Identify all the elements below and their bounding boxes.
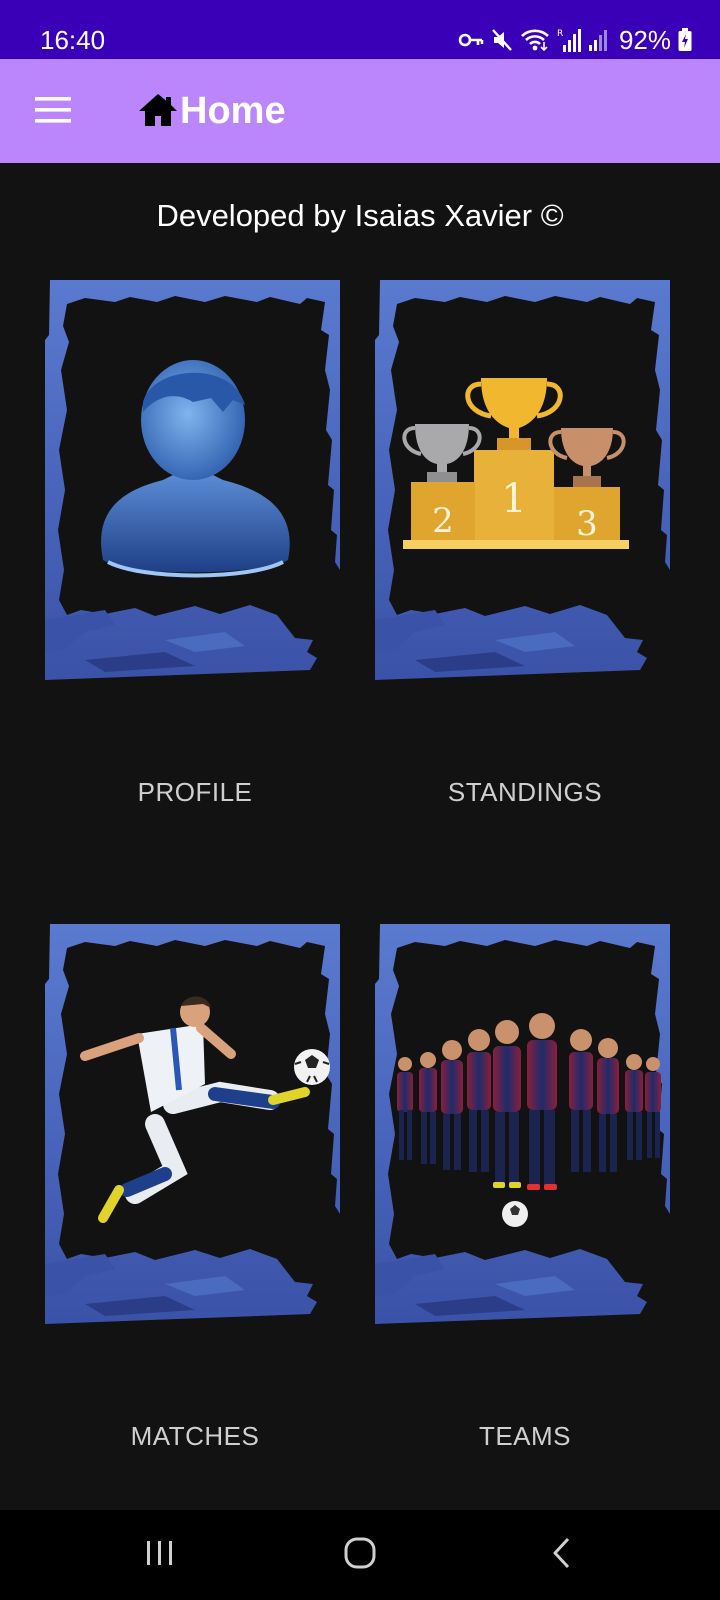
tile-label-profile: PROFILE [137, 777, 253, 807]
profile-avatar-icon [101, 360, 290, 578]
signal-icon [588, 28, 610, 52]
recent-apps-button[interactable] [125, 1530, 195, 1580]
back-icon [552, 1537, 572, 1574]
team-photo-icon [397, 1013, 661, 1227]
wifi-icon [520, 28, 550, 52]
status-icons: R 92% [458, 22, 692, 58]
teams-tile[interactable]: TEAMS [375, 924, 675, 1451]
svg-text:3: 3 [576, 504, 598, 544]
svg-text:R: R [557, 29, 563, 39]
developer-credit: Developed by Isaias Xavier © [156, 198, 564, 233]
menu-icon [35, 96, 71, 128]
menu-button[interactable] [22, 81, 84, 143]
battery-percent: 92% [618, 25, 671, 55]
home-circle-icon [344, 1537, 376, 1574]
key-icon [458, 32, 484, 48]
soccer-player-icon [80, 996, 330, 1223]
tile-label-teams: TEAMS [478, 1421, 572, 1451]
matches-tile[interactable]: MATCHES [45, 924, 345, 1451]
tile-label-standings: STANDINGS [447, 777, 603, 807]
home-icon [138, 93, 178, 132]
tile-label-matches: MATCHES [130, 1421, 260, 1451]
status-time: 16:40 [40, 25, 106, 55]
page-title: Home [180, 90, 286, 132]
signal-icon: R [557, 27, 581, 53]
mute-icon [491, 28, 513, 52]
app-bar: Home [0, 59, 720, 163]
battery-charging-icon [678, 28, 692, 52]
svg-text:2: 2 [432, 501, 454, 541]
home-nav-button[interactable] [325, 1530, 395, 1580]
recent-apps-icon [145, 1539, 175, 1572]
svg-text:1: 1 [501, 476, 526, 522]
system-nav-bar [0, 1510, 720, 1600]
back-nav-button[interactable] [527, 1530, 597, 1580]
status-bar: 16:40 R 92% [0, 0, 720, 59]
trophy-podium-icon: 1 2 3 [402, 378, 629, 549]
profile-tile[interactable]: PROFILE [45, 280, 345, 807]
standings-tile[interactable]: 1 2 3 STANDINGS [375, 280, 675, 807]
